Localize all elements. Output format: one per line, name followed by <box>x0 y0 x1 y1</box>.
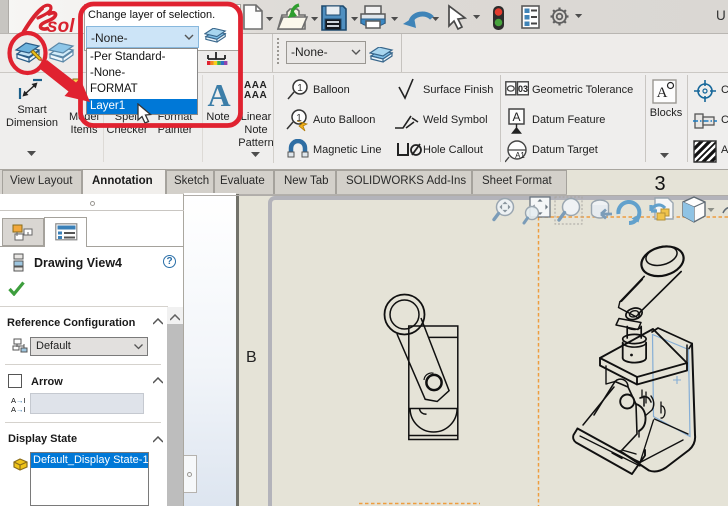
svg-text:A: A <box>657 85 668 101</box>
svg-text:03: 03 <box>518 84 528 94</box>
svg-text:A1: A1 <box>515 151 525 160</box>
svg-text:A: A <box>512 110 520 124</box>
svg-text:1: 1 <box>297 83 303 94</box>
